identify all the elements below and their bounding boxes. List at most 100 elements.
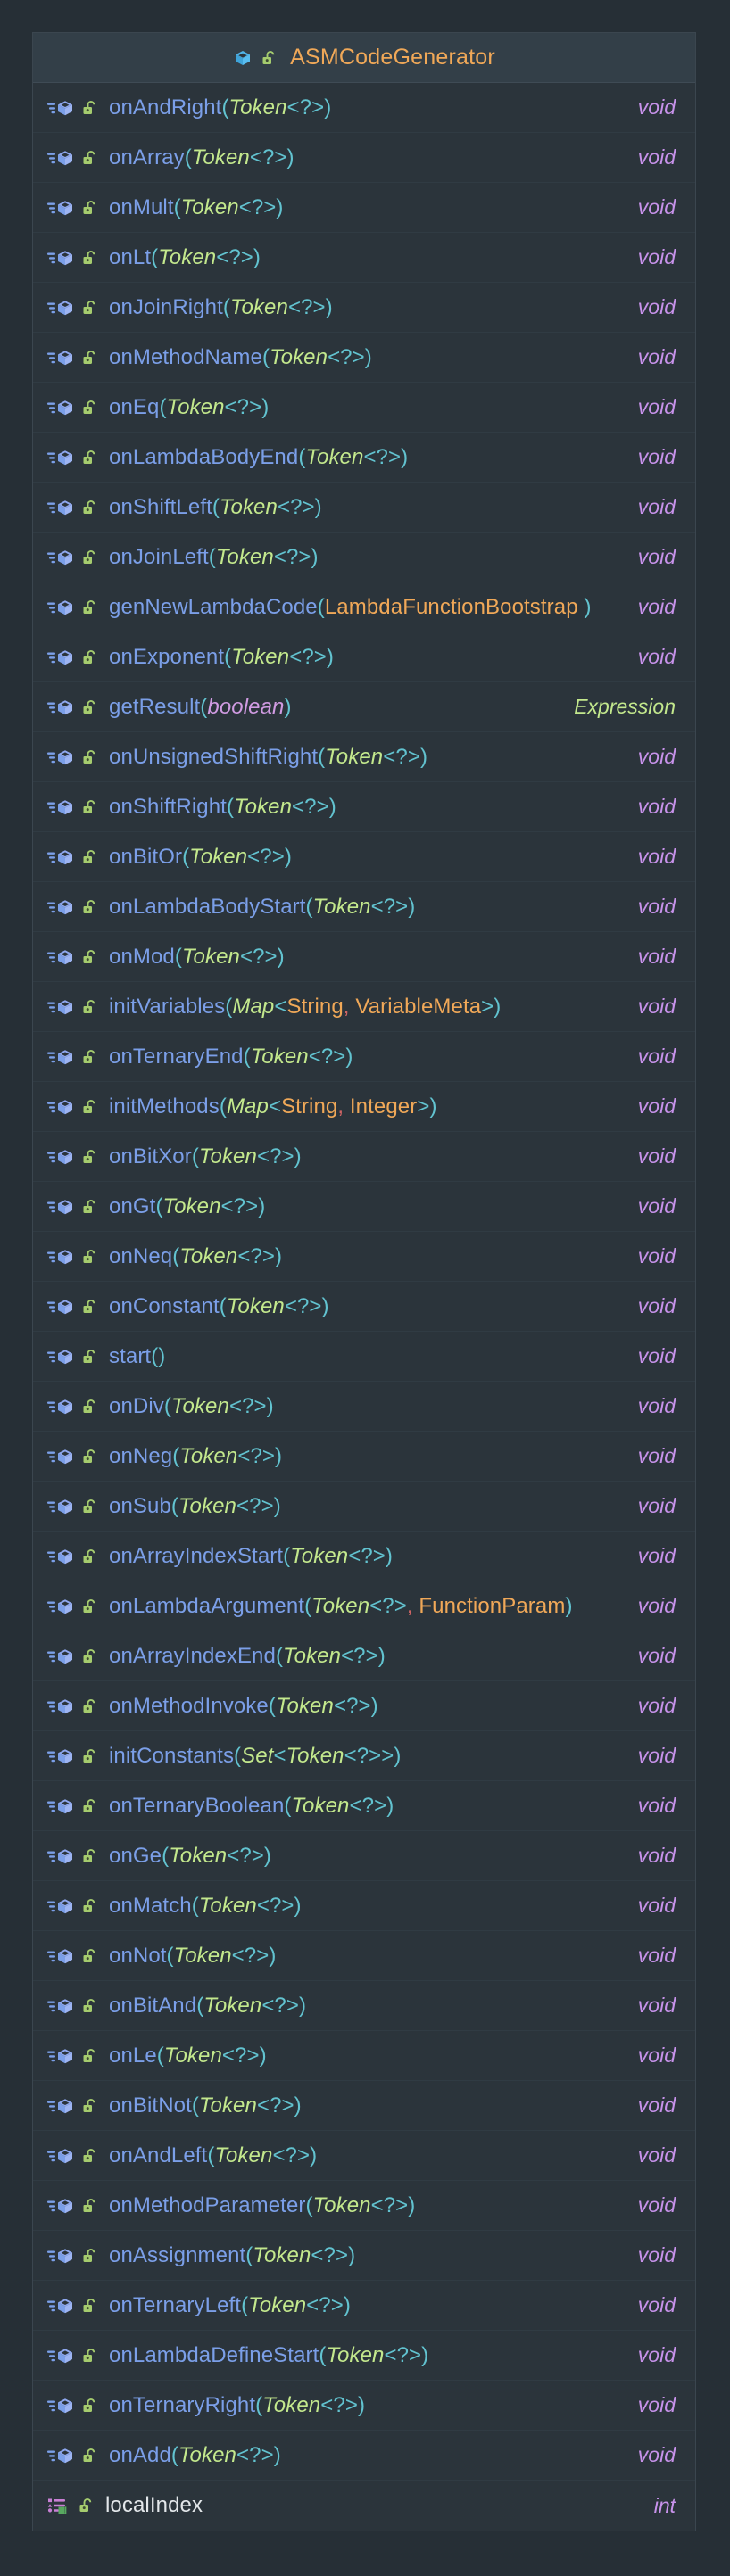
method-row[interactable]: onShiftLeft(Token<?>) void: [33, 483, 695, 533]
method-row[interactable]: onNeg(Token<?>) void: [33, 1432, 695, 1482]
method-icon: [47, 1397, 74, 1416]
param-token: <?>: [227, 1843, 264, 1868]
param-token: ,: [406, 1593, 419, 1618]
method-row[interactable]: onMethodParameter(Token<?>) void: [33, 2181, 695, 2231]
param-token: Token: [250, 1044, 309, 1069]
method-row[interactable]: onAndRight(Token<?>) void: [33, 83, 695, 133]
row-icon-group: [47, 1746, 98, 1766]
close-paren: ): [386, 1793, 394, 1818]
method-row[interactable]: genNewLambdaCode(LambdaFunctionBootstrap…: [33, 582, 695, 632]
unlock-icon: [81, 1498, 98, 1515]
method-signature: initVariables(Map<String, VariableMeta>): [109, 995, 627, 1020]
param-token: Token: [170, 1393, 229, 1418]
param-token: Token: [215, 544, 274, 569]
method-row[interactable]: start() void: [33, 1332, 695, 1382]
param-token: <?>: [249, 144, 287, 169]
method-row[interactable]: onJoinRight(Token<?>) void: [33, 283, 695, 333]
param-token: Token: [189, 844, 248, 869]
method-row[interactable]: onUnsignedShiftRight(Token<?>) void: [33, 732, 695, 782]
method-row[interactable]: onNeq(Token<?>) void: [33, 1232, 695, 1282]
unlock-icon: [81, 299, 98, 317]
method-row[interactable]: getResult(boolean) Expression: [33, 682, 695, 732]
close-paren: ): [294, 2093, 302, 2118]
param-token: <?>: [286, 95, 325, 120]
method-row[interactable]: onGe(Token<?>) void: [33, 1831, 695, 1881]
method-row[interactable]: onBitNot(Token<?>) void: [33, 2081, 695, 2131]
method-row[interactable]: onJoinLeft(Token<?>) void: [33, 533, 695, 582]
field-signature: localIndex: [105, 2493, 643, 2518]
method-row[interactable]: onLambdaArgument(Token<?>, FunctionParam…: [33, 1581, 695, 1631]
method-row[interactable]: onTernaryLeft(Token<?>) void: [33, 2281, 695, 2331]
row-icon-group: [47, 747, 98, 767]
method-row[interactable]: onTernaryBoolean(Token<?>) void: [33, 1781, 695, 1831]
method-icon: [47, 98, 74, 118]
method-row[interactable]: onAdd(Token<?>) void: [33, 2431, 695, 2481]
method-row[interactable]: initMethods(Map<String, Integer>) void: [33, 1082, 695, 1132]
method-icon: [47, 298, 74, 318]
method-row[interactable]: onMod(Token<?>) void: [33, 932, 695, 982]
param-token: <?>: [272, 2143, 311, 2167]
param-token: Token: [286, 1743, 344, 1768]
unlock-icon: [81, 199, 98, 217]
param-token: <?>>: [344, 1743, 394, 1768]
method-name: onConstant: [109, 1293, 220, 1318]
method-row[interactable]: onArrayIndexStart(Token<?>) void: [33, 1532, 695, 1581]
row-icon-group: [47, 348, 98, 367]
method-row[interactable]: onBitOr(Token<?>) void: [33, 832, 695, 882]
method-row[interactable]: initVariables(Map<String, VariableMeta>)…: [33, 982, 695, 1032]
row-icon-group: [47, 1647, 98, 1666]
row-icon-group: [47, 897, 98, 917]
method-row[interactable]: onMethodInvoke(Token<?>) void: [33, 1681, 695, 1731]
open-paren: (: [222, 294, 230, 319]
method-name: onAssignment: [109, 2242, 246, 2267]
method-icon: [47, 2246, 74, 2266]
method-row[interactable]: onMult(Token<?>) void: [33, 183, 695, 233]
method-signature: onAndRight(Token<?>): [109, 95, 627, 120]
row-icon-group: [47, 1896, 98, 1916]
row-icon-group: [47, 298, 98, 318]
method-row[interactable]: onArray(Token<?>) void: [33, 133, 695, 183]
method-name: start: [109, 1343, 152, 1368]
param-token: Token: [214, 2143, 273, 2167]
method-row[interactable]: onTernaryRight(Token<?>) void: [33, 2381, 695, 2431]
method-name: onBitXor: [109, 1144, 192, 1168]
row-icon-group: [47, 198, 98, 218]
method-row[interactable]: onEq(Token<?>) void: [33, 383, 695, 433]
method-row[interactable]: onExponent(Token<?>) void: [33, 632, 695, 682]
return-type: void: [637, 1794, 676, 1817]
open-paren: (: [156, 2043, 164, 2068]
method-row[interactable]: onGt(Token<?>) void: [33, 1182, 695, 1232]
return-type: void: [637, 2043, 676, 2067]
open-paren: (: [151, 244, 159, 269]
method-row[interactable]: onAndLeft(Token<?>) void: [33, 2131, 695, 2181]
close-paren: ): [357, 2392, 366, 2417]
method-row[interactable]: onLambdaBodyStart(Token<?>) void: [33, 882, 695, 932]
param-token: Token: [312, 894, 371, 919]
method-row[interactable]: onBitAnd(Token<?>) void: [33, 1981, 695, 2031]
method-icon: [47, 1946, 74, 1966]
method-row[interactable]: initConstants(Set<Token<?>>) void: [33, 1731, 695, 1781]
close-paren: ): [328, 794, 336, 819]
close-paren: ): [408, 894, 416, 919]
method-row[interactable]: onBitXor(Token<?>) void: [33, 1132, 695, 1182]
method-row[interactable]: onAssignment(Token<?>) void: [33, 2231, 695, 2281]
method-row[interactable]: onNot(Token<?>) void: [33, 1931, 695, 1981]
method-row[interactable]: onDiv(Token<?>) void: [33, 1382, 695, 1432]
method-row[interactable]: onShiftRight(Token<?>) void: [33, 782, 695, 832]
method-row[interactable]: onLe(Token<?>) void: [33, 2031, 695, 2081]
param-token: <?>: [363, 444, 402, 469]
param-token: <?>: [370, 2192, 409, 2217]
method-row[interactable]: onSub(Token<?>) void: [33, 1482, 695, 1532]
method-row[interactable]: onMethodName(Token<?>) void: [33, 333, 695, 383]
param-token: <?>: [284, 1293, 322, 1318]
method-row[interactable]: onLt(Token<?>) void: [33, 233, 695, 283]
field-row[interactable]: localIndex int: [33, 2481, 695, 2531]
method-row[interactable]: onLambdaDefineStart(Token<?>) void: [33, 2331, 695, 2381]
method-row[interactable]: onLambdaBodyEnd(Token<?>) void: [33, 433, 695, 483]
method-row[interactable]: onArrayIndexEnd(Token<?>) void: [33, 1631, 695, 1681]
method-row[interactable]: onTernaryEnd(Token<?>) void: [33, 1032, 695, 1082]
method-row[interactable]: onConstant(Token<?>) void: [33, 1282, 695, 1332]
return-type: void: [637, 2443, 676, 2466]
method-row[interactable]: onMatch(Token<?>) void: [33, 1881, 695, 1931]
param-token: <?>: [237, 1243, 276, 1268]
